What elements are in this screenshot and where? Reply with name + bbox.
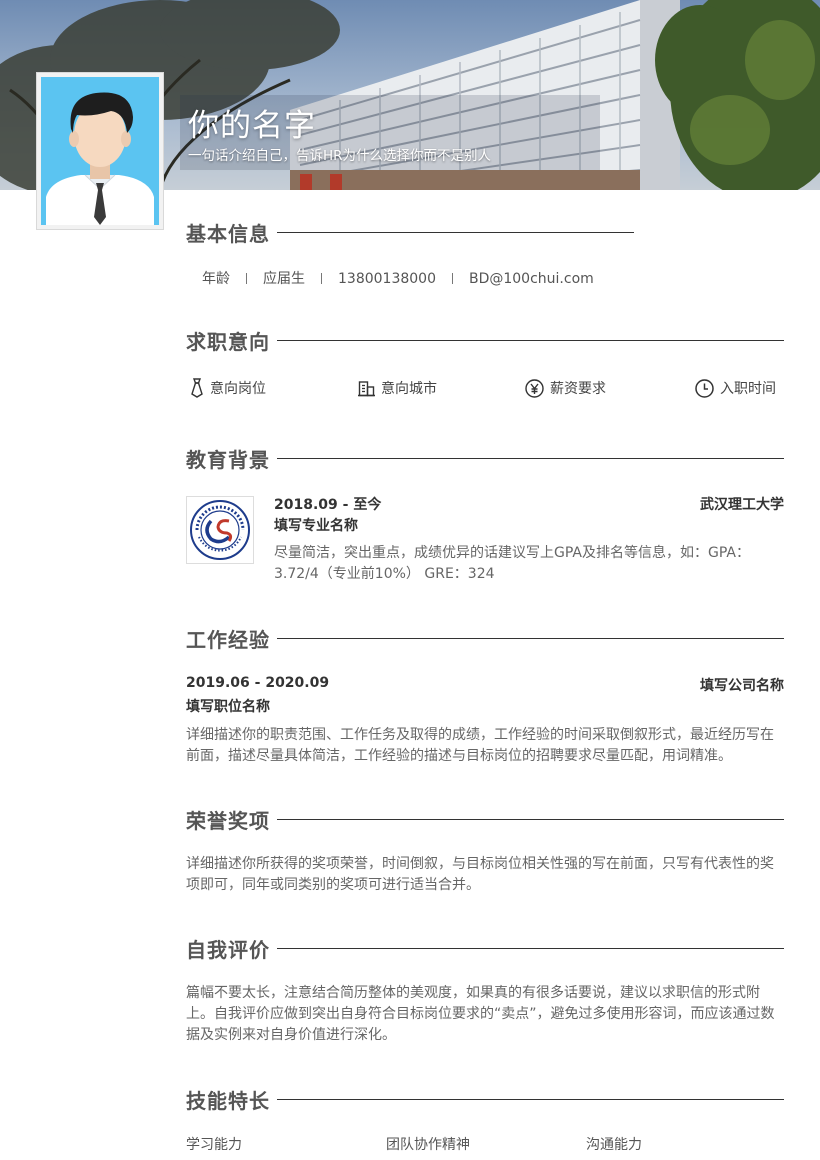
education-school: 武汉理工大学 [700, 497, 784, 513]
skill-item: 沟通能力 [586, 1137, 642, 1153]
tie-icon [191, 378, 203, 398]
divider [321, 273, 322, 284]
work-description: 详细描述你的职责范围、工作任务及取得的成绩，工作经验的时间采取倒叙形式，最近经历… [186, 727, 774, 764]
work-company: 填写公司名称 [700, 678, 784, 694]
honors-description: 详细描述你所获得的奖项荣誉，时间倒叙，与目标岗位相关性强的写在前面，只写有代表性… [186, 856, 774, 893]
section-title: 工作经验 [186, 628, 270, 652]
info-age: 年龄 [202, 271, 230, 287]
intent-label: 意向岗位 [210, 381, 266, 397]
section-divider [277, 948, 784, 950]
profile-photo [36, 72, 164, 230]
info-email[interactable]: BD@100chui.com [469, 271, 594, 287]
divider [246, 273, 247, 284]
avatar-illustration [41, 77, 159, 225]
intent-label: 薪资要求 [550, 381, 606, 397]
work-position: 填写职位名称 [186, 699, 270, 715]
education-description: 尽量简洁，突出重点，成绩优异的话建议写上GPA及排名等信息，如：GPA：3.72… [274, 545, 750, 582]
section-divider [277, 1099, 784, 1101]
intent-salary: 薪资要求 [525, 378, 606, 398]
section-divider [277, 638, 784, 640]
section-title: 自我评价 [186, 938, 270, 962]
intent-label: 入职时间 [720, 381, 776, 397]
skill-item: 学习能力 [186, 1137, 242, 1153]
section-title: 教育背景 [186, 448, 270, 472]
section-title: 基本信息 [186, 222, 270, 246]
candidate-name: 你的名字 [188, 108, 316, 144]
section-divider [277, 819, 784, 821]
work-period: 2019.06 - 2020.09 [186, 675, 330, 691]
intent-start-time: 入职时间 [695, 378, 776, 398]
building-icon [358, 380, 375, 396]
intent-city: 意向城市 [358, 378, 437, 398]
candidate-slogan: 一句话介绍自己，告诉HR为什么选择你而不是别人 [188, 148, 492, 164]
education-period: 2018.09 - 至今 [274, 497, 382, 513]
intent-position: 意向岗位 [190, 378, 266, 398]
section-divider [277, 340, 784, 342]
section-title: 求职意向 [186, 330, 270, 354]
section-divider [277, 232, 634, 234]
divider [451, 273, 453, 284]
self-evaluation-description: 篇幅不要太长，注意结合简历整体的美观度，如果真的有很多话要说，建议以求职信的形式… [186, 985, 775, 1043]
info-status: 应届生 [263, 271, 305, 287]
info-phone[interactable]: 13800138000 [338, 271, 436, 287]
basic-info-row: 年龄 应届生 13800138000 BD@100chui.com [202, 268, 594, 288]
skill-item: 团队协作精神 [386, 1137, 470, 1153]
university-logo [186, 496, 254, 564]
yen-icon [525, 378, 544, 398]
education-major: 填写专业名称 [274, 518, 358, 534]
section-divider [277, 458, 784, 460]
clock-icon [695, 378, 714, 398]
intent-label: 意向城市 [381, 381, 437, 397]
university-seal-icon [190, 500, 250, 560]
section-title: 荣誉奖项 [186, 809, 270, 833]
section-title: 技能特长 [186, 1089, 270, 1113]
